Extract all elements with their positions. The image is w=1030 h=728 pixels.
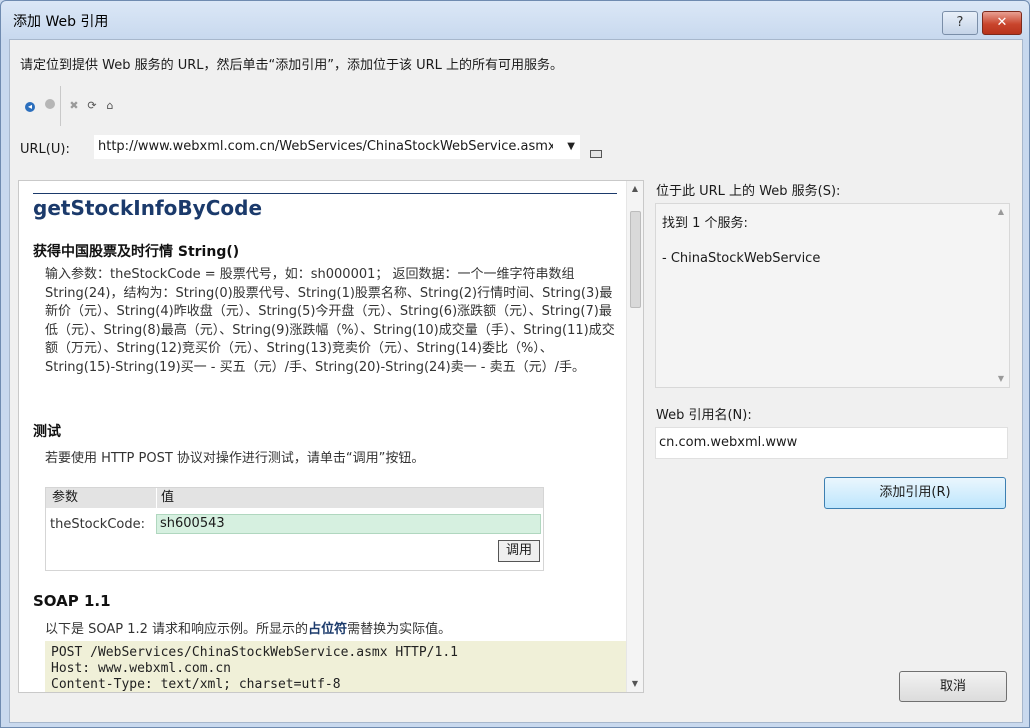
- placeholder-term: 占位符: [308, 622, 348, 637]
- toolbar-divider: [60, 86, 61, 126]
- help-button[interactable]: ?: [942, 11, 978, 35]
- soap-desc-after: 需替换为实际值。: [347, 622, 452, 637]
- back-icon[interactable]: ◂: [22, 98, 38, 114]
- refresh-icon[interactable]: ⟳: [84, 98, 100, 114]
- forward-icon[interactable]: [42, 98, 58, 114]
- scroll-up-icon[interactable]: ▲: [993, 204, 1009, 220]
- scroll-down-icon[interactable]: ▼: [993, 371, 1009, 387]
- instruction-text: 请定位到提供 Web 服务的 URL，然后单击“添加引用”，添加位于该 URL …: [20, 58, 564, 73]
- invoke-button[interactable]: 调用: [498, 540, 540, 562]
- soap-code-sample: POST /WebServices/ChinaStockWebService.a…: [45, 641, 627, 692]
- add-web-reference-dialog: 添加 Web 引用 ? ✕ 请定位到提供 Web 服务的 URL，然后单击“添加…: [0, 0, 1030, 728]
- test-heading: 测试: [33, 424, 61, 440]
- code-line: POST /WebServices/ChinaStockWebService.a…: [51, 645, 458, 660]
- code-line: Content-Type: text/xml; charset=utf-8: [51, 677, 341, 692]
- reference-name-label: Web 引用名(N):: [656, 408, 752, 423]
- reference-name-input[interactable]: cn.com.webxml.www: [655, 427, 1008, 459]
- close-button[interactable]: ✕: [982, 11, 1022, 35]
- scroll-down-icon[interactable]: ▼: [627, 676, 643, 692]
- cancel-button[interactable]: 取消: [899, 671, 1007, 702]
- soap-desc-before: 以下是 SOAP 1.2 请求和响应示例。所显示的: [45, 622, 309, 637]
- operation-description: 输入参数：theStockCode = 股票代号，如：sh000001； 返回数…: [45, 267, 615, 375]
- services-scrollbar[interactable]: ▲ ▼: [993, 204, 1009, 387]
- chevron-down-icon[interactable]: ▼: [567, 136, 575, 158]
- code-line: Host: www.webxml.com.cn: [51, 661, 232, 676]
- browser-document: getStockInfoByCode 获得中国股票及时行情 String() 输…: [19, 181, 627, 692]
- operation-title: getStockInfoByCode: [33, 193, 617, 220]
- url-label: URL(U):: [20, 142, 70, 157]
- param-column-header: 参数: [52, 490, 79, 505]
- browser-scrollbar[interactable]: ▲ ▼: [626, 181, 643, 692]
- window-title: 添加 Web 引用: [13, 14, 109, 30]
- url-combobox[interactable]: http://www.webxml.com.cn/WebServices/Chi…: [94, 135, 580, 159]
- service-item[interactable]: - ChinaStockWebService: [662, 251, 820, 266]
- go-icon[interactable]: [590, 150, 602, 158]
- soap-heading: SOAP 1.1: [33, 592, 111, 610]
- services-label: 位于此 URL 上的 Web 服务(S):: [656, 184, 841, 199]
- service-browser: getStockInfoByCode 获得中国股票及时行情 String() 输…: [18, 180, 644, 693]
- value-column-header: 值: [156, 488, 174, 508]
- test-form-header: 参数 值: [46, 488, 543, 508]
- scrollbar-thumb[interactable]: [630, 211, 641, 308]
- stock-code-input[interactable]: sh600543: [156, 514, 541, 534]
- soap-description: 以下是 SOAP 1.2 请求和响应示例。所显示的占位符需替换为实际值。: [45, 618, 451, 637]
- add-reference-button[interactable]: 添加引用(R): [824, 477, 1006, 509]
- test-description: 若要使用 HTTP POST 协议对操作进行测试，请单击“调用”按钮。: [45, 451, 425, 466]
- operation-subtitle: 获得中国股票及时行情 String(): [33, 244, 240, 260]
- back-glyph: ◂: [25, 102, 35, 112]
- services-list: 找到 1 个服务: - ChinaStockWebService ▲ ▼: [655, 203, 1010, 388]
- url-input[interactable]: http://www.webxml.com.cn/WebServices/Chi…: [98, 136, 553, 158]
- stop-icon[interactable]: ✖: [66, 98, 82, 114]
- dialog-body: 请定位到提供 Web 服务的 URL，然后单击“添加引用”，添加位于该 URL …: [9, 39, 1023, 723]
- param-name: theStockCode:: [50, 517, 145, 532]
- scroll-up-icon[interactable]: ▲: [627, 181, 643, 197]
- title-bar: 添加 Web 引用 ? ✕: [1, 1, 1029, 39]
- services-found-text: 找到 1 个服务:: [662, 216, 748, 231]
- home-icon[interactable]: ⌂: [102, 98, 118, 114]
- test-form: 参数 值 theStockCode: sh600543 调用: [45, 487, 544, 571]
